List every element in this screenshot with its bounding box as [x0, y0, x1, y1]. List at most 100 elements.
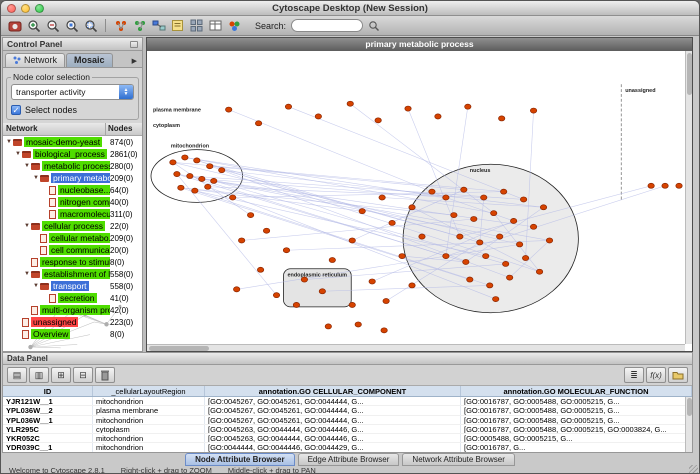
network-node[interactable]	[536, 269, 542, 274]
network-node[interactable]	[325, 324, 331, 329]
tree-row[interactable]: secretion41(0)	[3, 292, 142, 304]
network-node[interactable]	[487, 283, 493, 288]
zoom-out-icon[interactable]	[44, 18, 61, 34]
network-view-title[interactable]: primary metabolic process	[147, 38, 692, 51]
network-node[interactable]	[182, 155, 188, 160]
network-node[interactable]	[463, 259, 469, 264]
import-table-icon[interactable]	[668, 367, 688, 383]
network-node[interactable]	[199, 176, 205, 181]
network-node[interactable]	[285, 104, 291, 109]
network-node[interactable]	[355, 322, 361, 327]
network-canvas[interactable]: plasma membranecytoplasmmitochondrionnuc…	[147, 51, 692, 351]
table-row[interactable]: YLR295Ccytoplasm[GO:0045263, GO:0044444,…	[3, 425, 692, 434]
network-node[interactable]	[315, 114, 321, 119]
column-header[interactable]: annotation.GO MOLECULAR_FUNCTION	[461, 386, 692, 396]
tree-expander-icon[interactable]: ▼	[14, 151, 22, 157]
network-node[interactable]	[409, 283, 415, 288]
new-network-from-selection-icon[interactable]	[150, 18, 167, 34]
tree-row[interactable]: Overview8(0)	[3, 328, 142, 340]
tab-mosaic[interactable]: Mosaic	[66, 53, 113, 67]
network-node[interactable]	[676, 183, 682, 188]
network-node[interactable]	[255, 121, 261, 126]
vizmapper-icon[interactable]	[226, 18, 243, 34]
network-node[interactable]	[546, 238, 552, 243]
delete-attribute-icon[interactable]: ⊟	[73, 367, 93, 383]
layout-grid-icon[interactable]	[188, 18, 205, 34]
network-node[interactable]	[497, 234, 503, 239]
tree-row[interactable]: ▼mosaic-demo-yeast874(0)	[3, 136, 142, 148]
table-row[interactable]: YPL036W__2plasma membrane[GO:0045267, GO…	[3, 406, 692, 415]
tree-expander-icon[interactable]: ▼	[23, 271, 31, 277]
tree-column-nodes[interactable]: Nodes	[106, 123, 142, 135]
select-nodes-checkbox[interactable]: ✓	[11, 105, 21, 115]
network-node[interactable]	[347, 101, 353, 106]
network-node[interactable]	[481, 195, 487, 200]
column-header[interactable]: ID	[3, 386, 93, 396]
network-node[interactable]	[498, 116, 504, 121]
network-node[interactable]	[506, 275, 512, 280]
tree-expander-icon[interactable]: ▼	[32, 175, 40, 181]
unselect-attributes-icon[interactable]: ▥	[29, 367, 49, 383]
network-node[interactable]	[457, 234, 463, 239]
tab-network-attribute-browser[interactable]: Network Attribute Browser	[402, 453, 514, 466]
network-node[interactable]	[530, 224, 536, 229]
tree-expander-icon[interactable]: ▼	[23, 223, 31, 229]
tree-column-network[interactable]: Network	[3, 123, 106, 135]
network-node[interactable]	[375, 118, 381, 123]
tree-row[interactable]: macromolecule...311(0)	[3, 208, 142, 220]
network-node[interactable]	[389, 220, 395, 225]
tree-expander-icon[interactable]: ▼	[32, 283, 40, 289]
network-node[interactable]	[329, 257, 335, 262]
network-node[interactable]	[540, 205, 546, 210]
tree-row[interactable]: unassigned223(0)	[3, 316, 142, 328]
canvas-horizontal-scrollbar[interactable]	[147, 344, 685, 351]
hide-selected-icon[interactable]	[112, 18, 129, 34]
network-node[interactable]	[349, 238, 355, 243]
table-row[interactable]: YJR121W__1mitochondrion[GO:0045267, GO:0…	[3, 397, 692, 406]
network-node[interactable]	[263, 228, 269, 233]
network-node[interactable]	[510, 218, 516, 223]
network-node[interactable]	[522, 256, 528, 261]
network-node[interactable]	[520, 197, 526, 202]
network-node[interactable]	[502, 261, 508, 266]
network-node[interactable]	[483, 254, 489, 259]
network-node[interactable]	[319, 289, 325, 294]
network-node[interactable]	[247, 213, 253, 218]
float-panel-icon[interactable]	[130, 41, 138, 48]
network-node[interactable]	[238, 238, 244, 243]
tab-edge-attribute-browser[interactable]: Edge Attribute Browser	[298, 453, 400, 466]
tree-row[interactable]: ▼biological_process2861(0)	[3, 148, 142, 160]
tab-scroll-right-icon[interactable]: ▶	[132, 57, 140, 67]
network-node[interactable]	[419, 234, 425, 239]
tree-row[interactable]: ▼primary metabo...209(0)	[3, 172, 142, 184]
tree-row[interactable]: ▼cellular process22(0)	[3, 220, 142, 232]
network-node[interactable]	[187, 173, 193, 178]
network-node[interactable]	[493, 297, 499, 302]
table-row[interactable]: YDR039C__1mitochondrion[GO:0044444, GO:0…	[3, 443, 692, 452]
annotation-icon[interactable]	[169, 18, 186, 34]
network-node[interactable]	[257, 267, 263, 272]
column-header[interactable]: _cellularLayoutRegion	[93, 386, 205, 396]
network-node[interactable]	[379, 195, 385, 200]
network-node[interactable]	[192, 188, 198, 193]
network-node[interactable]	[205, 184, 211, 189]
network-node[interactable]	[293, 302, 299, 307]
table-vertical-scrollbar[interactable]	[685, 397, 692, 452]
tree-row[interactable]: nucleobase...64(0)	[3, 184, 142, 196]
network-node[interactable]	[443, 254, 449, 259]
network-node[interactable]	[207, 164, 213, 169]
network-node[interactable]	[273, 293, 279, 298]
tab-network[interactable]: Network	[5, 53, 65, 67]
delete-table-icon[interactable]	[95, 367, 115, 383]
snapshot-icon[interactable]	[6, 18, 23, 34]
network-node[interactable]	[399, 254, 405, 259]
network-node[interactable]	[383, 298, 389, 303]
network-node[interactable]	[349, 302, 355, 307]
tree-expander-icon[interactable]: ▼	[23, 163, 31, 169]
tree-row[interactable]: cell communicat...20(0)	[3, 244, 142, 256]
network-node[interactable]	[443, 195, 449, 200]
column-header[interactable]: annotation.GO CELLULAR_COMPONENT	[205, 386, 461, 396]
network-node[interactable]	[211, 178, 217, 183]
network-node[interactable]	[174, 172, 180, 177]
table-row[interactable]: YPL036W__1mitochondrion[GO:0045267, GO:0…	[3, 416, 692, 425]
